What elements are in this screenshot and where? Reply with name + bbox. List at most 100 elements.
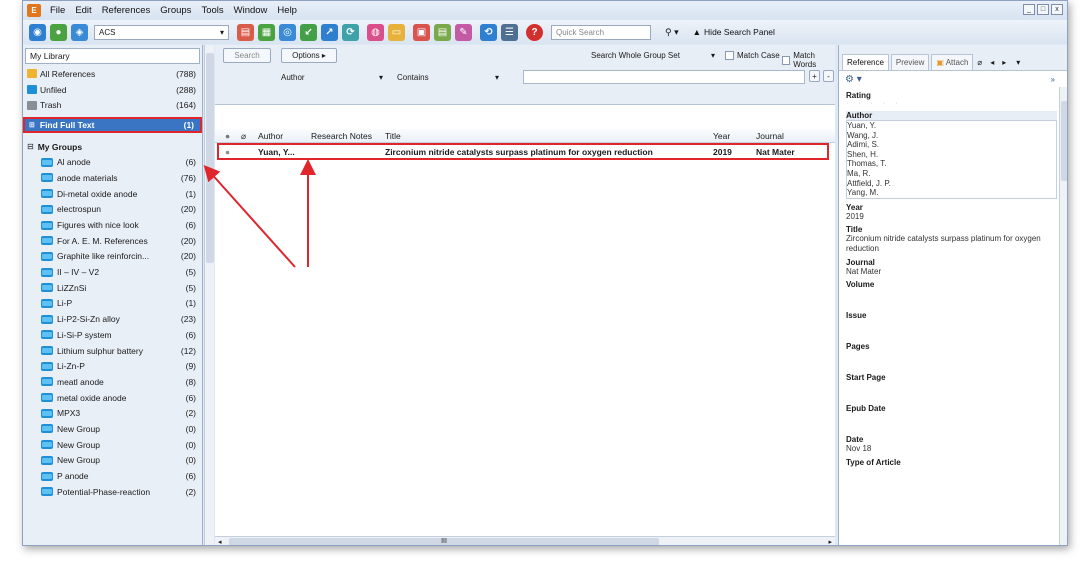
find-full-text-item[interactable]: ⊞ Find Full Text (1) — [23, 117, 202, 133]
group-item[interactable]: Lithium sulphur battery (12) — [23, 343, 202, 359]
group-item[interactable]: anode materials (76) — [23, 170, 202, 186]
open-link-icon[interactable]: ◍ — [367, 23, 384, 41]
menu-tools[interactable]: Tools — [196, 5, 228, 16]
match-words-checkbox[interactable]: Match Words — [782, 51, 835, 69]
search-operator-select[interactable]: Contains ▾ — [393, 70, 503, 84]
add-search-row-button[interactable]: + — [809, 70, 820, 82]
unfiled-item[interactable]: Unfiled (288) — [23, 82, 202, 98]
group-item[interactable]: New Group (0) — [23, 437, 202, 453]
import-icon[interactable]: ↙ — [300, 23, 317, 41]
copy-formatted-icon[interactable]: ✎ — [455, 23, 472, 41]
journal-value[interactable]: Nat Mater — [846, 267, 1067, 277]
my-library-header[interactable]: My Library — [25, 48, 200, 64]
volume-value[interactable] — [846, 289, 1067, 307]
group-item[interactable]: Figures with nice look (6) — [23, 217, 202, 233]
restore-button[interactable]: □ — [1037, 4, 1049, 15]
scroll-right-icon[interactable]: ▸ — [828, 538, 832, 545]
open-file-icon[interactable]: ▭ — [388, 23, 405, 41]
panel-menu-icon[interactable]: ▾ — [1016, 58, 1020, 67]
menu-references[interactable]: References — [97, 5, 156, 16]
find-reference-icon[interactable]: ◎ — [279, 23, 296, 41]
my-groups-header[interactable]: ⊟ My Groups — [23, 139, 202, 155]
gear-icon[interactable]: ⚙ ▾ — [845, 74, 862, 85]
menu-edit[interactable]: Edit — [70, 5, 96, 16]
year-value[interactable]: 2019 — [846, 212, 1067, 222]
online-search-mode-icon[interactable]: ● — [50, 23, 67, 41]
help-icon[interactable]: ? — [526, 23, 543, 41]
table-row[interactable]: ● Yuan, Y... Zirconium nitride catalysts… — [217, 143, 829, 160]
group-item[interactable]: LiZZnSi (5) — [23, 280, 202, 296]
search-icon[interactable]: ⚲ ▾ — [665, 27, 679, 38]
overflow-icon[interactable]: » — [1051, 75, 1055, 84]
local-library-mode-icon[interactable]: ◉ — [29, 23, 46, 41]
author-column-header[interactable]: Author — [258, 131, 283, 141]
menu-groups[interactable]: Groups — [155, 5, 196, 16]
group-item[interactable]: Di-metal oxide anode (1) — [23, 186, 202, 202]
output-style-select[interactable]: ACS ▾ — [94, 24, 229, 40]
read-status-column-icon[interactable]: ● — [225, 131, 230, 141]
find-full-text-icon[interactable]: ⟳ — [342, 23, 359, 41]
prev-tab-icon[interactable]: ◂ — [990, 58, 994, 67]
menu-help[interactable]: Help — [272, 5, 302, 16]
start-page-value[interactable] — [846, 382, 1067, 400]
reference-panel-scrollbar[interactable] — [1059, 87, 1067, 545]
group-item[interactable]: metal oxide anode (6) — [23, 390, 202, 406]
group-item[interactable]: II – IV – V2 (5) — [23, 264, 202, 280]
trash-item[interactable]: Trash (164) — [23, 97, 202, 113]
format-bibliography-icon[interactable]: ▦ — [258, 23, 275, 41]
next-tab-icon[interactable]: ▸ — [1002, 58, 1006, 67]
quick-search-input[interactable]: Quick Search — [551, 24, 651, 40]
minimize-button[interactable]: _ — [1023, 4, 1035, 15]
group-item[interactable]: meatl anode (8) — [23, 374, 202, 390]
scrollbar-thumb[interactable] — [206, 53, 214, 263]
group-item[interactable]: P anode (6) — [23, 468, 202, 484]
pages-value[interactable] — [846, 351, 1067, 369]
group-item[interactable]: Li-P (1) — [23, 296, 202, 312]
library-scrollbar[interactable] — [204, 45, 214, 545]
paperclip-icon[interactable]: ⌀ — [977, 58, 982, 67]
search-field-select[interactable]: Author ▾ — [277, 70, 387, 84]
search-term-input[interactable] — [523, 70, 805, 84]
title-column-header[interactable]: Title — [385, 131, 401, 141]
insert-citation-icon[interactable]: ▤ — [237, 23, 254, 41]
tab-preview[interactable]: Preview — [890, 54, 930, 70]
group-item[interactable]: MPX3 (2) — [23, 405, 202, 421]
date-value[interactable]: Nov 18 — [846, 444, 1067, 454]
search-scope-select[interactable]: Search Whole Group Set ▾ — [587, 48, 719, 62]
group-item[interactable]: New Group (0) — [23, 421, 202, 437]
year-column-header[interactable]: Year — [713, 131, 730, 141]
reference-list-hscrollbar[interactable]: ◂ III ▸ — [215, 536, 835, 545]
checkbox-box[interactable] — [782, 55, 791, 65]
group-item[interactable]: Li-Si-P system (6) — [23, 327, 202, 343]
options-button[interactable]: Options ▸ — [281, 48, 337, 63]
hide-search-panel-button[interactable]: ▲ Hide Search Panel — [693, 27, 775, 37]
group-item[interactable]: electrospun (20) — [23, 202, 202, 218]
sync-icon[interactable]: ⟲ — [480, 23, 497, 41]
epub-date-value[interactable] — [846, 413, 1067, 431]
scrollbar-thumb[interactable] — [1061, 101, 1067, 181]
scrollbar-thumb[interactable]: III — [229, 538, 659, 545]
export-icon[interactable]: ↗ — [321, 23, 338, 41]
group-item[interactable]: For A. E. M. References (20) — [23, 233, 202, 249]
collapse-icon[interactable]: ⊟ — [27, 142, 34, 151]
checkbox-box[interactable] — [725, 51, 734, 60]
insert-citation-word-icon[interactable]: ▣ — [413, 23, 430, 41]
attachment-column-icon[interactable]: ⌀ — [241, 131, 246, 142]
research-notes-column-header[interactable]: Research Notes — [311, 131, 372, 141]
endnote-app-icon[interactable]: E — [27, 4, 41, 17]
share-icon[interactable]: ☰ — [501, 23, 518, 41]
group-item[interactable]: Li-Zn-P (9) — [23, 358, 202, 374]
group-item[interactable]: New Group (0) — [23, 453, 202, 469]
tab-attach[interactable]: ▣ Attach — [931, 54, 974, 70]
all-references-item[interactable]: All References (788) — [23, 66, 202, 82]
group-item[interactable]: Li-P2-Si-Zn alloy (23) — [23, 311, 202, 327]
menu-file[interactable]: File — [45, 5, 70, 16]
menu-window[interactable]: Window — [229, 5, 273, 16]
tab-reference[interactable]: Reference — [842, 54, 889, 70]
format-paper-icon[interactable]: ▤ — [434, 23, 451, 41]
search-button[interactable]: Search — [223, 48, 271, 63]
rating-stars[interactable]: · · · · · — [846, 100, 1067, 107]
author-field[interactable]: Yuan, Y. Wang, J. Adimi, S. Shen, H. Thomas,… — [846, 120, 1057, 199]
match-case-checkbox[interactable]: Match Case — [725, 51, 780, 60]
journal-column-header[interactable]: Journal — [756, 131, 784, 141]
